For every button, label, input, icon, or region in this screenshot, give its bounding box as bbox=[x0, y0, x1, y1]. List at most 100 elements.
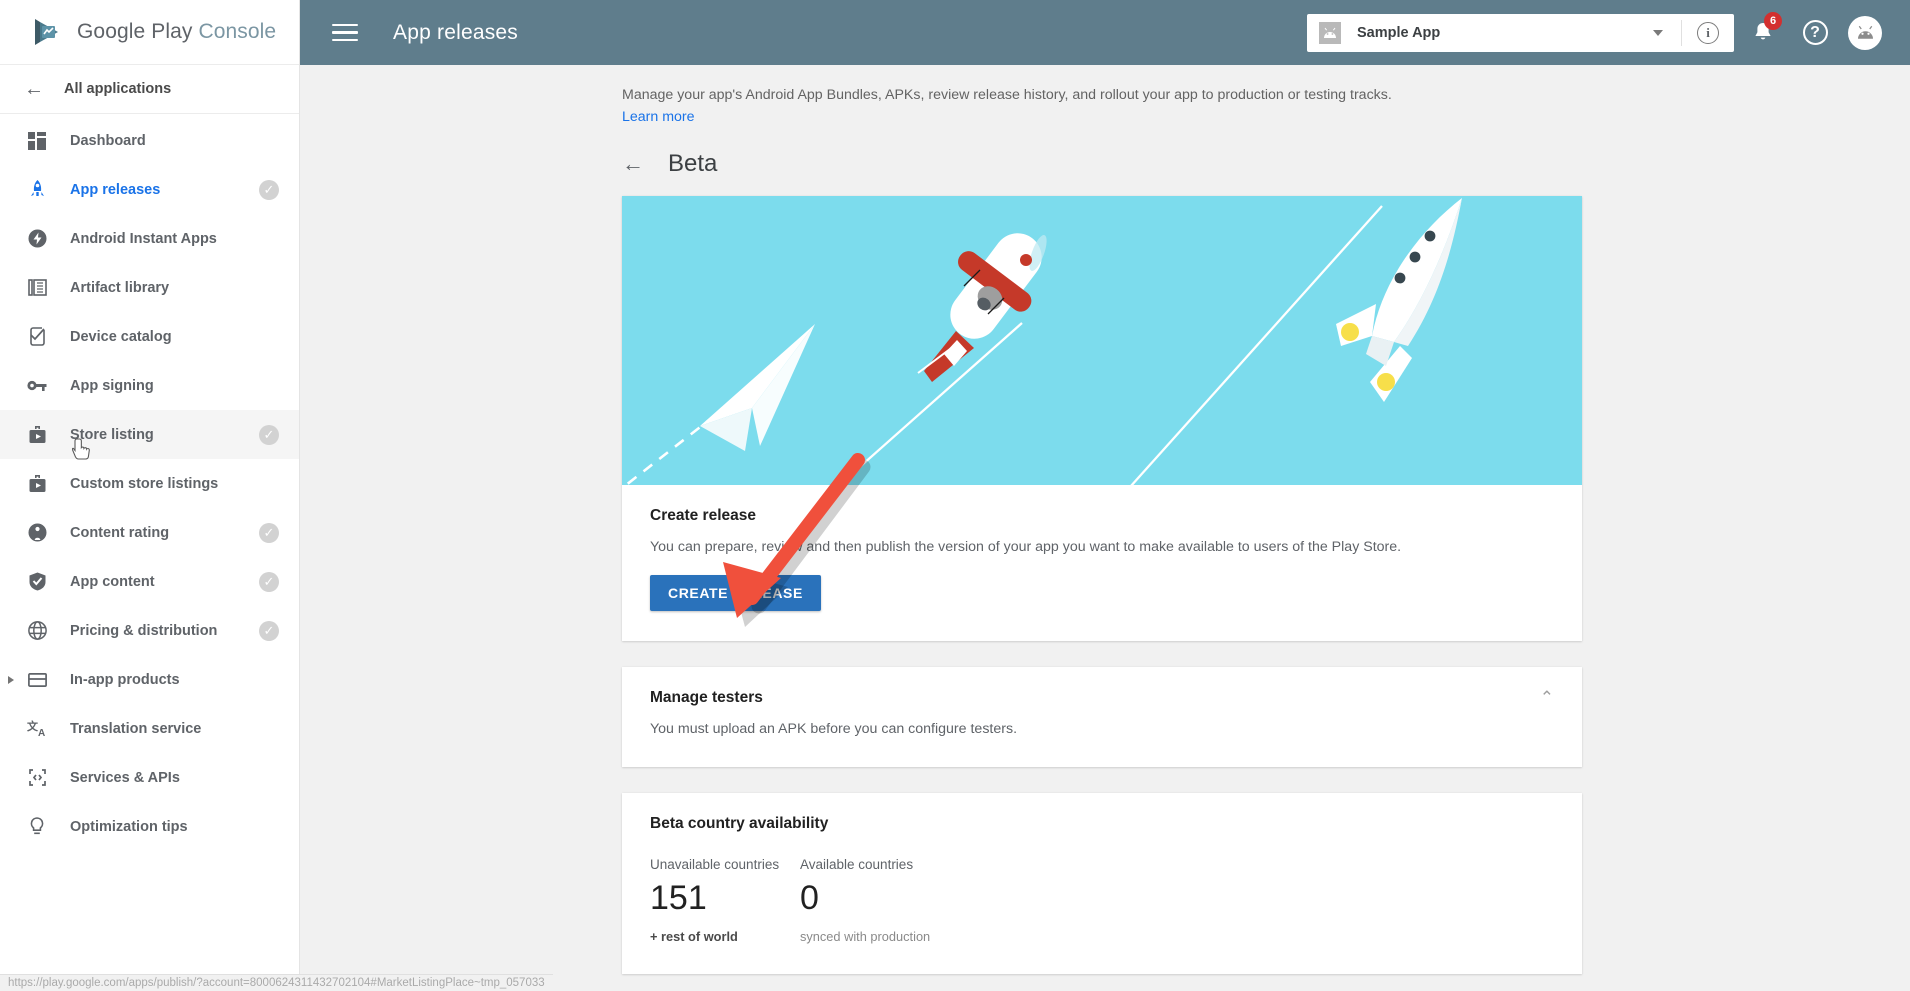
translate-icon: 文 A bbox=[24, 717, 50, 741]
stat-value: 0 bbox=[800, 879, 819, 917]
sidebar-item-label: Optimization tips bbox=[70, 818, 188, 835]
artifact-library-icon bbox=[24, 276, 50, 300]
sidebar-nav-list: Dashboard App releases ✓ Android Instant… bbox=[0, 114, 299, 851]
svg-text:A: A bbox=[38, 728, 45, 738]
stat-label: Unavailable countries bbox=[650, 857, 780, 872]
section-header: ← Beta bbox=[300, 126, 1910, 178]
sidebar-item-dashboard[interactable]: Dashboard bbox=[0, 116, 299, 165]
sidebar-item-label: Device catalog bbox=[70, 328, 172, 345]
sidebar-item-store-listing[interactable]: Store listing ✓ bbox=[0, 410, 299, 459]
sidebar-item-pricing-distribution[interactable]: Pricing & distribution ✓ bbox=[0, 606, 299, 655]
sidebar-item-translation-service[interactable]: 文 A Translation service bbox=[0, 704, 299, 753]
chevron-up-icon[interactable]: ⌃ bbox=[1540, 689, 1554, 706]
status-check-icon: ✓ bbox=[259, 522, 279, 543]
sidebar-item-label: Artifact library bbox=[70, 279, 170, 296]
sidebar-item-in-app-products[interactable]: In-app products bbox=[0, 655, 299, 704]
sidebar-item-services-apis[interactable]: Services & APIs bbox=[0, 753, 299, 802]
sidebar-item-app-releases[interactable]: App releases ✓ bbox=[0, 165, 299, 214]
shield-check-icon bbox=[24, 570, 50, 594]
app-window: Google Play Console ← All applications D… bbox=[0, 0, 1910, 991]
sidebar-item-label: Content rating bbox=[70, 524, 170, 541]
status-check-icon: ✓ bbox=[259, 571, 279, 592]
android-avatar-icon bbox=[1857, 25, 1873, 39]
status-check-icon: ✓ bbox=[259, 179, 279, 200]
top-app-bar: App releases Sample App i 6 ? bbox=[300, 0, 1910, 65]
sidebar-item-content-rating[interactable]: Content rating ✓ bbox=[0, 508, 299, 557]
android-app-icon bbox=[1319, 21, 1341, 44]
hero-illustration bbox=[622, 196, 1582, 485]
main-content: Manage your app's Android App Bundles, A… bbox=[300, 65, 1910, 991]
sidebar-item-label: Services & APIs bbox=[70, 769, 180, 786]
intro-text: Manage your app's Android App Bundles, A… bbox=[622, 87, 1392, 103]
sidebar-item-label: App releases bbox=[70, 181, 161, 198]
chevron-down-icon[interactable] bbox=[1653, 29, 1663, 36]
brand-console: Console bbox=[198, 20, 277, 43]
sidebar-item-app-signing[interactable]: App signing bbox=[0, 361, 299, 410]
play-console-logo-icon bbox=[32, 17, 62, 47]
avatar[interactable] bbox=[1848, 15, 1882, 50]
help-button[interactable]: ? bbox=[1792, 10, 1838, 56]
notifications-button[interactable]: 6 bbox=[1740, 10, 1786, 56]
create-release-title: Create release bbox=[650, 507, 756, 524]
create-release-body: Create release You can prepare, review a… bbox=[622, 485, 1582, 641]
help-circle-icon: ? bbox=[1802, 20, 1828, 45]
manage-testers-description: You must upload an APK before you can co… bbox=[650, 721, 1018, 737]
stat-unavailable-countries: Unavailable countries 151 + rest of worl… bbox=[650, 857, 800, 944]
sidebar-back-label: All applications bbox=[64, 81, 172, 97]
sidebar-item-label: Store listing bbox=[70, 426, 154, 443]
brand-header[interactable]: Google Play Console bbox=[0, 0, 299, 65]
dashboard-icon bbox=[24, 129, 50, 153]
stat-available-countries: Available countries 0 synced with produc… bbox=[800, 857, 950, 944]
sidebar-item-label: Pricing & distribution bbox=[70, 622, 218, 639]
sidebar: Google Play Console ← All applications D… bbox=[0, 0, 300, 991]
info-circle-icon[interactable]: i bbox=[1682, 21, 1734, 44]
manage-testers-body: Manage testers ⌃ You must upload an APK … bbox=[622, 667, 1582, 767]
app-selector-value: Sample App bbox=[1357, 24, 1441, 41]
sidebar-item-label: In-app products bbox=[70, 671, 180, 688]
sidebar-item-optimization-tips[interactable]: Optimization tips bbox=[0, 802, 299, 851]
manage-testers-header: Manage testers ⌃ bbox=[650, 689, 1554, 707]
country-availability-card: Beta country availability Unavailable co… bbox=[622, 793, 1582, 975]
create-release-button[interactable]: CREATE RELEASE bbox=[650, 575, 821, 611]
create-release-description: You can prepare, review and then publish… bbox=[650, 539, 1402, 555]
country-stats: Unavailable countries 151 + rest of worl… bbox=[650, 857, 1554, 944]
sidebar-back-all-applications[interactable]: ← All applications bbox=[0, 65, 299, 114]
expand-triangle-icon[interactable] bbox=[8, 675, 14, 684]
mouse-cursor-pointer bbox=[71, 438, 94, 469]
intro-block: Manage your app's Android App Bundles, A… bbox=[300, 65, 1910, 126]
status-check-icon: ✓ bbox=[259, 620, 279, 641]
sidebar-item-label: Translation service bbox=[70, 720, 202, 737]
hamburger-menu-icon[interactable] bbox=[332, 19, 358, 47]
country-availability-body: Beta country availability Unavailable co… bbox=[622, 793, 1582, 974]
page-title: App releases bbox=[393, 20, 518, 44]
store-listing-icon bbox=[24, 423, 50, 447]
app-selector[interactable]: Sample App i bbox=[1307, 13, 1734, 52]
notification-badge: 6 bbox=[1764, 11, 1782, 30]
device-catalog-icon bbox=[24, 325, 50, 349]
brand-google-play: Google Play bbox=[77, 20, 193, 43]
sidebar-item-android-instant-apps[interactable]: Android Instant Apps bbox=[0, 214, 299, 263]
sidebar-item-app-content[interactable]: App content ✓ bbox=[0, 557, 299, 606]
sidebar-item-label: App content bbox=[70, 573, 155, 590]
lightbulb-icon bbox=[24, 815, 50, 839]
sidebar-item-label: Custom store listings bbox=[70, 475, 219, 492]
sidebar-item-custom-store-listings[interactable]: Custom store listings bbox=[0, 459, 299, 508]
instant-apps-icon bbox=[24, 227, 50, 251]
create-release-card: Create release You can prepare, review a… bbox=[622, 196, 1582, 641]
section-title: Beta bbox=[668, 150, 718, 177]
topbar-actions: Sample App i 6 ? bbox=[1307, 10, 1910, 56]
stat-value: 151 bbox=[650, 879, 707, 917]
content-rating-icon bbox=[24, 521, 50, 545]
sidebar-item-label: Dashboard bbox=[70, 132, 146, 149]
arrow-left-icon[interactable]: ← bbox=[622, 153, 644, 175]
info-glyph: i bbox=[1697, 21, 1719, 44]
stat-note: synced with production bbox=[800, 929, 931, 945]
stat-label: Available countries bbox=[800, 857, 914, 872]
sidebar-item-device-catalog[interactable]: Device catalog bbox=[0, 312, 299, 361]
brand-title: Google Play Console bbox=[77, 20, 276, 44]
sidebar-item-artifact-library[interactable]: Artifact library bbox=[0, 263, 299, 312]
credit-card-icon bbox=[24, 668, 50, 692]
stat-note: + rest of world bbox=[650, 929, 738, 945]
status-bar: https://play.google.com/apps/publish/?ac… bbox=[0, 974, 553, 991]
learn-more-link[interactable]: Learn more bbox=[622, 109, 695, 125]
